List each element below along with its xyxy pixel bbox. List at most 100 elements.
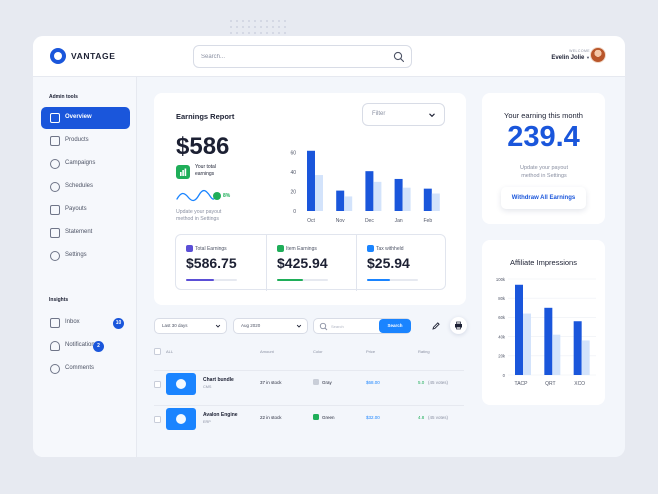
chevron-down-icon bbox=[429, 113, 435, 118]
earnings-report-card: Earnings Report Filter $586 Your total e… bbox=[154, 93, 466, 305]
filter-dropdown[interactable]: Filter bbox=[362, 103, 445, 126]
sidebar-item-campaigns[interactable]: Campaigns bbox=[41, 153, 130, 175]
sidebar-item-label: Comments bbox=[65, 365, 95, 371]
stat-color-dot bbox=[367, 245, 374, 252]
affiliate-impressions-title: Affiliate Impressions bbox=[510, 258, 577, 267]
gear-icon bbox=[50, 251, 60, 261]
y-tick-label: 20 bbox=[290, 190, 296, 196]
sidebar-item-products[interactable]: Products bbox=[41, 130, 130, 152]
x-tick-label: Feb bbox=[423, 218, 432, 223]
table-search-placeholder: Search bbox=[331, 324, 344, 329]
product-rating: 4.8 bbox=[418, 415, 425, 420]
monthly-earning-title: Your earning this month bbox=[504, 111, 583, 120]
stat-label: Tax withheld bbox=[376, 246, 404, 252]
payout-update-note: Update your payout method in Settings bbox=[176, 209, 222, 222]
column-header: Rating bbox=[418, 349, 430, 354]
product-category: CMS bbox=[203, 385, 212, 389]
product-name: Chart bundle bbox=[203, 377, 234, 383]
column-header: Price bbox=[366, 349, 376, 354]
inbox-count-badge: 10 bbox=[113, 318, 124, 329]
avatar[interactable] bbox=[590, 47, 606, 63]
stat-value: $25.94 bbox=[367, 255, 410, 271]
y-tick-label: 60k bbox=[498, 315, 506, 320]
search-input[interactable] bbox=[201, 50, 381, 64]
bar-feb-series-2 bbox=[431, 193, 440, 211]
sidebar-item-settings[interactable]: Settings bbox=[41, 245, 130, 267]
earnings-bar-chart: 0 20 40 60 Oct Nov Dec Jan Feb bbox=[290, 151, 440, 223]
notifications-count-badge: 2 bbox=[93, 341, 104, 352]
withdraw-all-button[interactable]: Withdraw All Earnings bbox=[501, 187, 586, 209]
table-search-button[interactable]: Search bbox=[379, 319, 411, 333]
select-all-checkbox[interactable] bbox=[154, 348, 161, 355]
stat-value: $425.94 bbox=[277, 255, 328, 271]
bar-jan-series-2 bbox=[402, 187, 411, 211]
chevron-down-icon bbox=[215, 324, 221, 328]
stat-progress-track bbox=[186, 279, 237, 281]
printer-icon bbox=[455, 321, 462, 330]
bar-nov-series-1 bbox=[336, 190, 345, 211]
x-tick-label: Jan bbox=[395, 218, 403, 223]
edit-icon[interactable] bbox=[431, 321, 441, 331]
y-tick-label: 0 bbox=[293, 209, 296, 215]
month-select[interactable]: Aug 2020 bbox=[233, 318, 308, 334]
product-category: ERP bbox=[203, 420, 211, 424]
sidebar-section-admin-tools: Admin tools bbox=[49, 94, 78, 100]
sidebar-item-payouts[interactable]: Payouts bbox=[41, 199, 130, 221]
sidebar-item-label: Inbox bbox=[65, 319, 80, 325]
product-name: Avalon Engine bbox=[203, 412, 238, 418]
sidebar-item-label: Settings bbox=[65, 252, 87, 258]
filter-label: Filter bbox=[372, 111, 386, 117]
y-tick-label: 60 bbox=[290, 151, 296, 157]
clock-icon bbox=[50, 182, 60, 192]
search-box[interactable] bbox=[193, 45, 412, 68]
sidebar-item-schedules[interactable]: Schedules bbox=[41, 176, 130, 198]
row-checkbox[interactable] bbox=[154, 381, 161, 388]
product-color: Green bbox=[322, 415, 335, 420]
product-votes: (45 votes) bbox=[428, 415, 449, 420]
affiliate-impressions-card: Affiliate Impressions 0 20k 40k 60k 80k 100k T… bbox=[482, 240, 605, 405]
x-tick-label: QRT bbox=[545, 381, 555, 387]
stat-progress-track bbox=[277, 279, 328, 281]
month-value: Aug 2020 bbox=[241, 323, 261, 328]
bell-icon bbox=[50, 341, 60, 351]
app-window: VANTAGE WELCOME Evelin Jolie ▼ Admin too… bbox=[33, 36, 625, 457]
search-icon[interactable] bbox=[393, 51, 405, 63]
date-range-select[interactable]: Last 30 days bbox=[154, 318, 227, 334]
sidebar-item-label: Statement bbox=[65, 229, 93, 235]
bar-qrt-series-1 bbox=[544, 307, 553, 375]
affiliate-bar-chart: 0 20k 40k 60k 80k 100k TACP QRT XCO bbox=[496, 277, 596, 387]
sidebar-item-comments[interactable]: Comments bbox=[41, 358, 130, 380]
user-menu[interactable]: Evelin Jolie ▼ bbox=[551, 55, 590, 61]
sidebar-item-notifications[interactable]: Notifications 2 bbox=[41, 335, 130, 357]
y-tick-label: 80k bbox=[498, 296, 506, 301]
bar-feb-series-1 bbox=[423, 188, 432, 211]
stat-progress-fill bbox=[277, 279, 303, 281]
table-row[interactable]: Avalon Engine ERP 22 in stock Green $32.… bbox=[154, 405, 464, 431]
sidebar-item-overview[interactable]: Overview bbox=[41, 107, 130, 129]
brand-name: VANTAGE bbox=[71, 51, 116, 61]
sidebar: Admin tools Overview Products Campaigns … bbox=[33, 77, 137, 457]
layers-icon bbox=[166, 373, 196, 395]
bar-tacp-series-2 bbox=[523, 313, 531, 375]
row-checkbox[interactable] bbox=[154, 416, 161, 423]
welcome-label: WELCOME bbox=[569, 49, 590, 53]
stat-progress-fill bbox=[186, 279, 215, 281]
product-rating: 5.0 bbox=[418, 380, 425, 385]
bar-jan-series-1 bbox=[394, 178, 403, 211]
comment-icon bbox=[50, 364, 60, 374]
bar-dec-series-1 bbox=[365, 171, 374, 211]
sidebar-item-inbox[interactable]: Inbox 10 bbox=[41, 312, 130, 334]
product-amount: 37 in stock bbox=[260, 380, 282, 385]
x-tick-label: XCO bbox=[574, 381, 585, 387]
table-row[interactable]: Chart bundle CMS 37 in stock Gray $68.00… bbox=[154, 370, 464, 396]
print-button[interactable] bbox=[450, 317, 467, 334]
column-header: ALL bbox=[166, 349, 174, 354]
stat-progress-fill bbox=[367, 279, 390, 281]
trend-sparkline bbox=[176, 189, 218, 202]
color-swatch bbox=[313, 414, 319, 420]
sidebar-item-statement[interactable]: Statement bbox=[41, 222, 130, 244]
sidebar-item-label: Campaigns bbox=[65, 160, 96, 166]
search-icon bbox=[319, 322, 328, 331]
earnings-stats: Total Earnings $586.75 Item Earnings $42… bbox=[175, 234, 446, 291]
column-header: Color bbox=[313, 349, 323, 354]
